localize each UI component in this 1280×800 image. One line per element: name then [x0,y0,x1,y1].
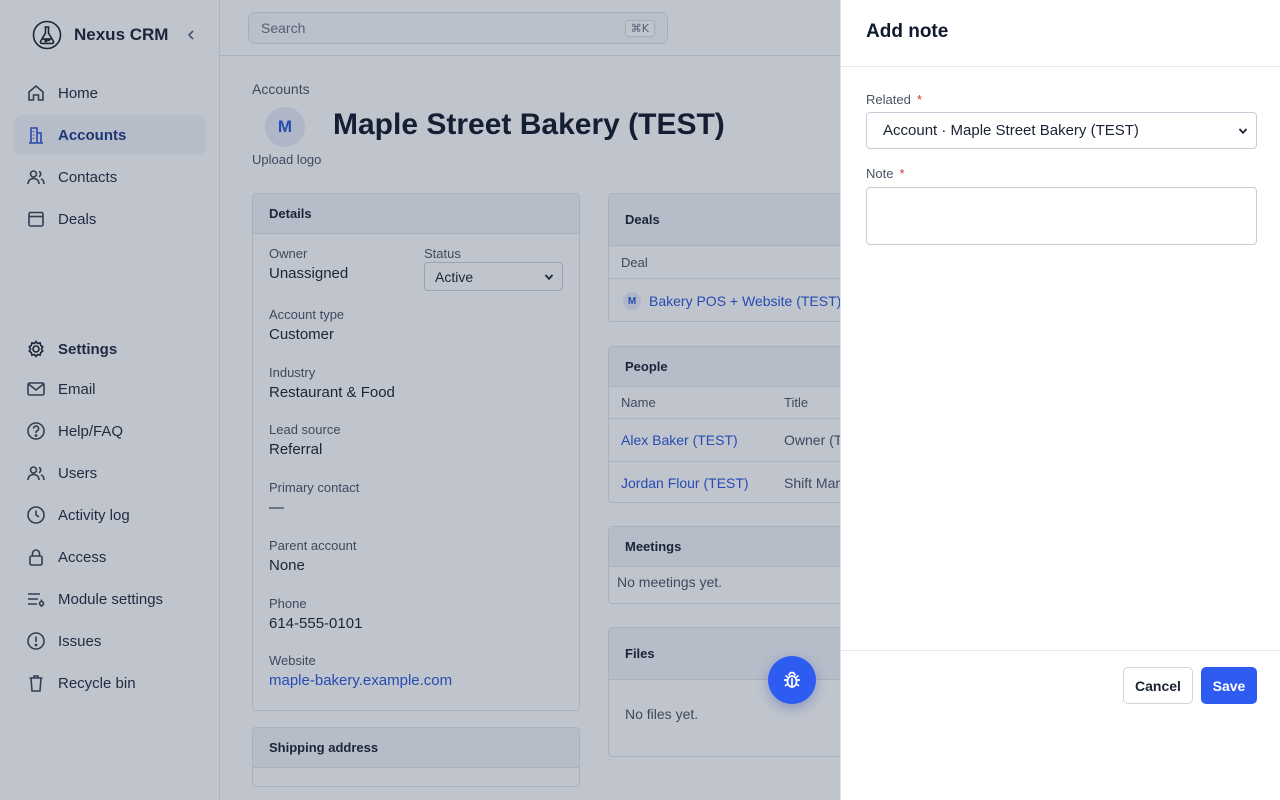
note-label-text: Note [866,166,894,181]
note-textarea[interactable] [866,187,1257,245]
related-label: Related * [866,92,922,107]
required-mark: * [916,92,922,107]
related-select[interactable]: Account · Maple Street Bakery (TEST) [866,112,1257,149]
modal-backdrop[interactable] [0,0,840,800]
divider [841,66,1280,67]
required-mark: * [899,166,905,181]
save-button[interactable]: Save [1201,667,1257,704]
divider [841,650,1280,651]
bug-report-button[interactable] [768,656,816,704]
chevron-down-icon [1238,128,1248,135]
bug-icon [784,671,800,688]
related-value: Account · Maple Street Bakery (TEST) [883,122,1139,139]
note-label: Note * [866,166,905,181]
related-label-text: Related [866,92,911,107]
cancel-button[interactable]: Cancel [1123,667,1193,704]
drawer-title: Add note [866,21,949,42]
add-note-drawer: Add note Related * Account · Maple Street… [840,0,1280,800]
